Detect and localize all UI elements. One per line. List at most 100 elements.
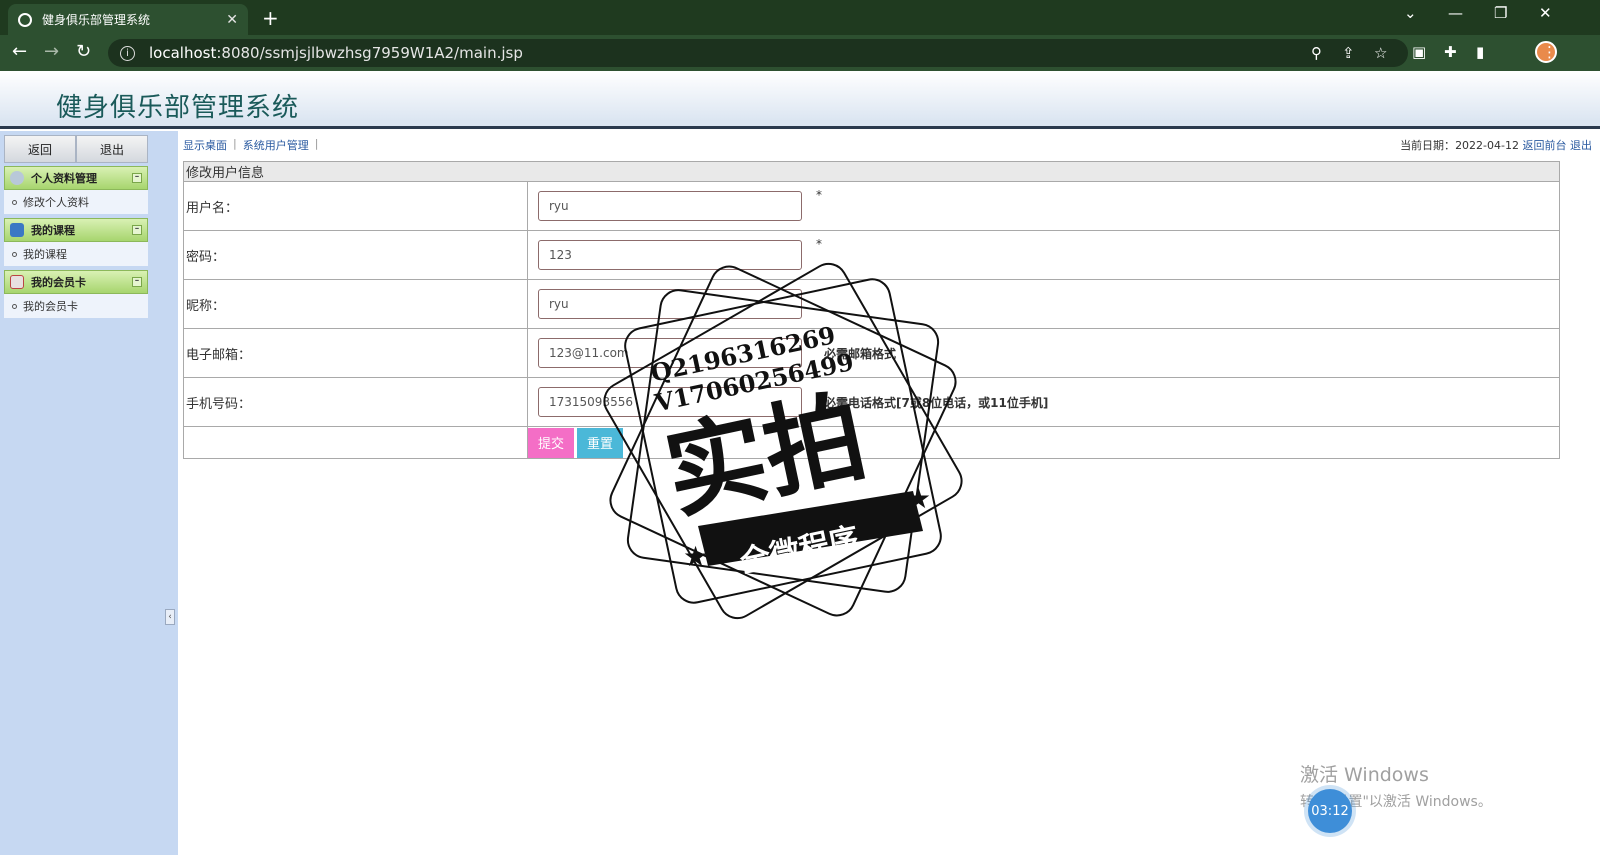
sidebar-item-label: 修改个人资料 <box>23 196 89 209</box>
menu-dots-icon[interactable]: ⋮ <box>1542 43 1557 61</box>
reload-icon[interactable]: ↻ <box>76 41 91 62</box>
bullet-icon <box>12 199 17 205</box>
form-row-email: 电子邮箱： 必需邮箱格式 <box>183 328 1560 378</box>
email-input[interactable] <box>538 338 802 368</box>
sidebar: 返回 退出 个人资料管理 – 修改个人资料 我的课程 – 我的课程 我的会员卡 … <box>0 131 178 855</box>
browser-tab[interactable]: 健身俱乐部管理系统 ✕ <box>8 4 248 35</box>
required-mark: * <box>816 237 822 251</box>
breadcrumb-separator: | <box>233 137 237 150</box>
url-host: localhost <box>149 44 217 62</box>
menu-head-courses[interactable]: 我的课程 – <box>4 218 148 242</box>
field-label: 昵称： <box>183 279 528 329</box>
menu-group-membership: 我的会员卡 – 我的会员卡 <box>4 270 148 318</box>
bullet-icon <box>12 303 17 309</box>
nickname-input[interactable] <box>538 289 802 319</box>
form-row-phone: 手机号码： 必需电话格式[7或8位电话，或11位手机] <box>183 377 1560 427</box>
submit-button[interactable]: 提交 <box>528 427 575 458</box>
menu-head-profile[interactable]: 个人资料管理 – <box>4 166 148 190</box>
empty-cell <box>183 426 528 459</box>
browser-tabbar: 健身俱乐部管理系统 ✕ + ⌄ — ❐ ✕ <box>0 0 1600 35</box>
minimize-icon[interactable]: — <box>1448 4 1463 22</box>
menu-head-membership[interactable]: 我的会员卡 – <box>4 270 148 294</box>
reset-button[interactable]: 重置 <box>577 427 624 458</box>
sidebar-item-label: 我的会员卡 <box>23 300 78 313</box>
side-panel-icon[interactable]: ▮ <box>1476 43 1484 61</box>
sidebar-item-edit-profile[interactable]: 修改个人资料 <box>4 190 148 214</box>
tab-close-icon[interactable]: ✕ <box>226 12 238 28</box>
forward-arrow-icon[interactable]: → <box>44 41 59 62</box>
form-row-password: 密码： * <box>183 230 1560 280</box>
field-label: 手机号码： <box>183 377 528 427</box>
url-path: :8080/ssmjsjlbwzhsg7959W1A2/main.jsp <box>216 44 523 62</box>
collapse-icon[interactable]: – <box>132 277 142 287</box>
form-row-actions: 提交 重置 <box>183 426 1560 459</box>
menu-head-label: 我的课程 <box>31 224 75 237</box>
password-input[interactable] <box>538 240 802 270</box>
date-info: 当前日期：2022-04-12 返回前台 退出 <box>1400 137 1592 153</box>
monitor-icon <box>10 223 24 237</box>
logout-button[interactable]: 退出 <box>76 135 148 163</box>
field-label: 密码： <box>183 230 528 280</box>
collapse-icon[interactable]: – <box>132 173 142 183</box>
restore-icon[interactable]: ❐ <box>1494 4 1507 22</box>
username-input[interactable] <box>538 191 802 221</box>
menu-group-courses: 我的课程 – 我的课程 <box>4 218 148 266</box>
form-row-username: 用户名： * <box>183 181 1560 231</box>
bullet-icon <box>12 251 17 257</box>
browser-toolbar: ← → ↻ i localhost :8080/ssmjsjlbwzhsg795… <box>0 35 1600 71</box>
menu-head-label: 个人资料管理 <box>31 172 97 185</box>
menu-head-label: 我的会员卡 <box>31 276 86 289</box>
browser-tab-title: 健身俱乐部管理系统 <box>42 13 151 27</box>
sidebar-item-label: 我的课程 <box>23 248 67 261</box>
breadcrumb-desktop[interactable]: 显示桌面 <box>183 137 227 153</box>
form-caption: 修改用户信息 <box>183 161 1560 182</box>
sidebar-toggle-icon[interactable]: ‹ <box>165 609 175 625</box>
phone-hint: 必需电话格式[7或8位电话，或11位手机] <box>824 396 1049 410</box>
main-content: 显示桌面 | 系统用户管理 | 当前日期：2022-04-12 返回前台 退出 … <box>178 131 1600 855</box>
windows-watermark-line1: 激活 Windows <box>1300 764 1429 786</box>
date-value: 2022-04-12 <box>1455 139 1519 152</box>
zoom-icon[interactable]: ⚲ <box>1311 44 1322 62</box>
field-cell: 必需邮箱格式 <box>527 328 1560 378</box>
breadcrumb: 显示桌面 | 系统用户管理 | <box>183 137 318 153</box>
required-mark: * <box>816 188 822 202</box>
puzzle-icon[interactable]: ✚ <box>1444 43 1457 61</box>
globe-icon <box>18 12 32 27</box>
address-bar[interactable]: i localhost :8080/ssmjsjlbwzhsg7959W1A2/… <box>108 39 1408 67</box>
field-cell: * <box>527 230 1560 280</box>
window-close-icon[interactable]: ✕ <box>1539 4 1552 22</box>
sidebar-item-my-courses[interactable]: 我的课程 <box>4 242 148 266</box>
form-row-nickname: 昵称： <box>183 279 1560 329</box>
sidebar-buttons: 返回 退出 <box>4 135 148 163</box>
sidebar-item-my-card[interactable]: 我的会员卡 <box>4 294 148 318</box>
field-cell: * <box>527 181 1560 231</box>
field-cell: 必需电话格式[7或8位电话，或11位手机] <box>527 377 1560 427</box>
back-button[interactable]: 返回 <box>4 135 76 163</box>
bookmark-star-icon[interactable]: ☆ <box>1374 44 1387 62</box>
app-title: 健身俱乐部管理系统 <box>56 93 300 123</box>
phone-input[interactable] <box>538 387 802 417</box>
field-label: 电子邮箱： <box>183 328 528 378</box>
actions-cell: 提交 重置 <box>527 426 1560 459</box>
site-info-icon[interactable]: i <box>120 45 135 61</box>
field-label: 用户名： <box>183 181 528 231</box>
date-label: 当前日期： <box>1400 139 1456 152</box>
extension-icon[interactable]: ▣ <box>1412 43 1426 61</box>
edit-user-form: 修改用户信息 用户名： * 密码： * 昵称： 电子邮箱： <box>183 161 1560 459</box>
table-icon <box>10 275 24 289</box>
share-icon[interactable]: ⇪ <box>1342 44 1355 62</box>
field-cell <box>527 279 1560 329</box>
email-hint: 必需邮箱格式 <box>824 347 897 361</box>
app-header: 健身俱乐部管理系统 <box>0 71 1600 129</box>
collapse-icon[interactable]: – <box>132 225 142 235</box>
new-tab-icon[interactable]: + <box>262 6 279 30</box>
breadcrumb-separator: | <box>314 137 319 150</box>
logout-link[interactable]: 退出 <box>1570 139 1592 152</box>
front-page-link[interactable]: 返回前台 <box>1523 139 1567 152</box>
recording-timer[interactable]: 03:12 <box>1308 789 1352 833</box>
breadcrumb-user-mgmt[interactable]: 系统用户管理 <box>243 137 309 153</box>
back-arrow-icon[interactable]: ← <box>12 41 27 62</box>
gear-icon <box>10 171 24 185</box>
menu-group-profile: 个人资料管理 – 修改个人资料 <box>4 166 148 214</box>
tab-search-icon[interactable]: ⌄ <box>1404 4 1417 22</box>
